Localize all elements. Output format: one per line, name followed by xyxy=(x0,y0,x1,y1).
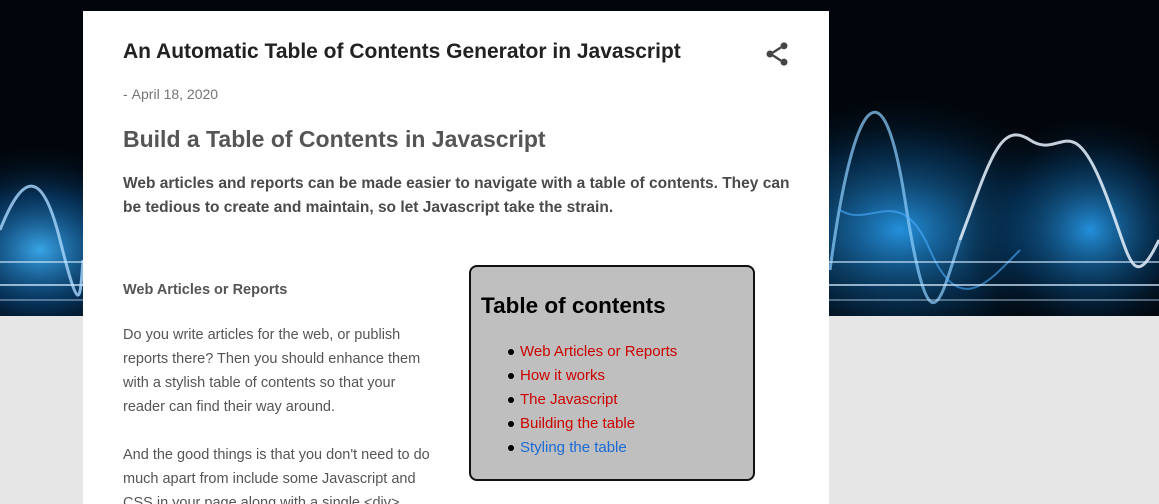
section-heading: Web Articles or Reports xyxy=(123,282,288,298)
toc-link-building-the-table[interactable]: Building the table xyxy=(520,415,635,432)
toc-item: Building the table xyxy=(485,414,677,438)
post-title[interactable]: An Automatic Table of Contents Generator… xyxy=(123,40,681,64)
toc-item: Styling the table xyxy=(485,438,677,462)
toc-link-how-it-works[interactable]: How it works xyxy=(520,367,605,384)
lead-paragraph: Web articles and reports can be made eas… xyxy=(123,175,790,216)
bullet-icon xyxy=(508,349,514,355)
toc-item: Web Articles or Reports xyxy=(485,342,677,366)
share-button[interactable] xyxy=(763,40,791,68)
bullet-icon xyxy=(508,445,514,451)
toc-list: Web Articles or Reports How it works The… xyxy=(485,342,677,462)
toc-title: Table of contents xyxy=(481,293,666,318)
post-card: An Automatic Table of Contents Generator… xyxy=(83,11,829,504)
toc-item: How it works xyxy=(485,366,677,390)
date-text: April 18, 2020 xyxy=(131,86,219,102)
toc-link-web-articles[interactable]: Web Articles or Reports xyxy=(520,343,677,360)
article-heading: Build a Table of Contents in Javascript xyxy=(123,126,546,152)
toc-link-the-javascript[interactable]: The Javascript xyxy=(520,391,618,408)
post-date[interactable]: - April 18, 2020 xyxy=(123,86,218,102)
body-paragraph-1: Do you write articles for the web, or pu… xyxy=(123,327,421,415)
bullet-icon xyxy=(508,421,514,427)
bullet-icon xyxy=(508,373,514,379)
body-paragraph-2: And the good things is that you don't ne… xyxy=(123,447,430,504)
table-of-contents: Table of contents Web Articles or Report… xyxy=(469,265,755,481)
toc-link-styling-the-table[interactable]: Styling the table xyxy=(520,439,627,456)
date-prefix: - xyxy=(123,86,128,102)
bullet-icon xyxy=(508,397,514,403)
toc-item: The Javascript xyxy=(485,390,677,414)
share-icon xyxy=(766,42,788,66)
